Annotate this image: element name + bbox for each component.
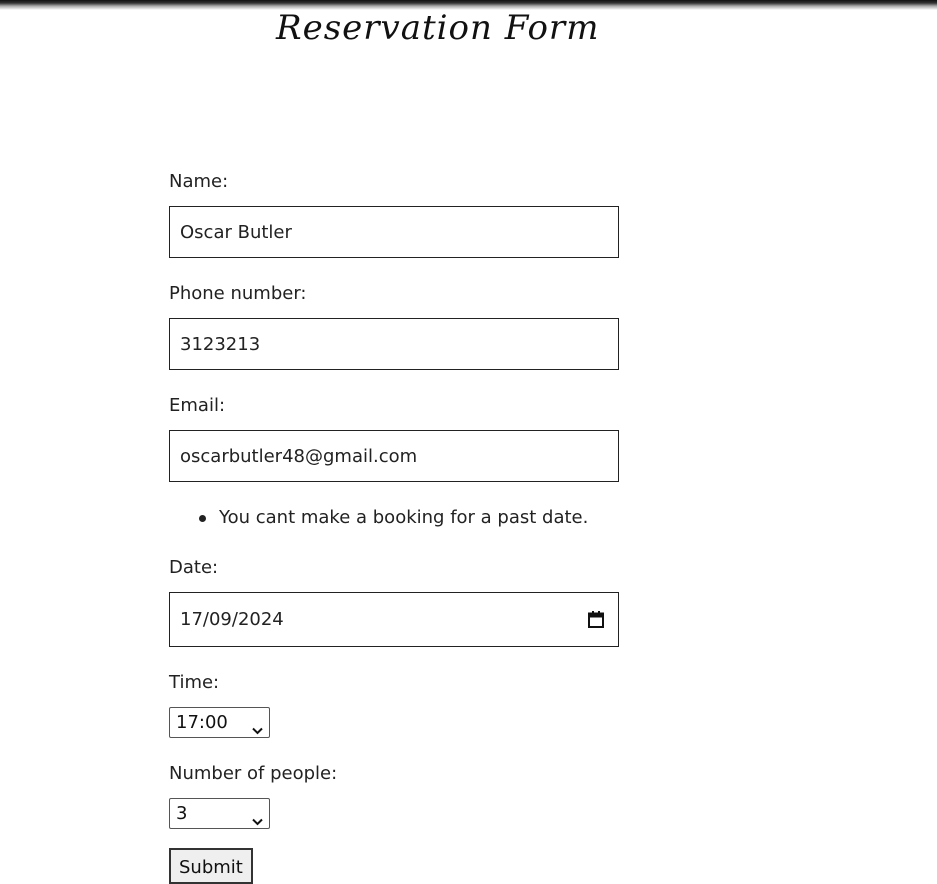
phone-field-value: 3123213 bbox=[180, 333, 261, 355]
people-select-value: 3 bbox=[176, 803, 188, 824]
date-label: Date: bbox=[169, 557, 219, 578]
people-label: Number of people: bbox=[169, 763, 338, 784]
date-field-value: 17/09/2024 bbox=[180, 609, 284, 630]
error-list: You cant make a booking for a past date. bbox=[199, 507, 588, 528]
phone-field[interactable]: 3123213 bbox=[169, 318, 619, 370]
name-field[interactable]: Oscar Butler bbox=[169, 206, 619, 258]
time-label: Time: bbox=[169, 672, 220, 693]
error-message: You cant make a booking for a past date. bbox=[199, 507, 588, 528]
name-label: Name: bbox=[169, 171, 229, 192]
email-label: Email: bbox=[169, 395, 226, 416]
people-select[interactable]: 3 bbox=[169, 798, 270, 829]
email-field-value: oscarbutler48@gmail.com bbox=[180, 445, 418, 467]
email-field[interactable]: oscarbutler48@gmail.com bbox=[169, 430, 619, 482]
time-select[interactable]: 17:00 bbox=[169, 707, 270, 738]
submit-button[interactable]: Submit bbox=[169, 848, 253, 884]
calendar-icon[interactable] bbox=[588, 611, 604, 628]
chevron-down-icon bbox=[252, 810, 263, 825]
phone-label: Phone number: bbox=[169, 283, 307, 304]
error-message-text: You cant make a booking for a past date. bbox=[219, 507, 589, 528]
name-field-value: Oscar Butler bbox=[180, 221, 292, 243]
bullet-icon bbox=[199, 515, 206, 522]
date-field[interactable]: 17/09/2024 bbox=[169, 592, 619, 647]
time-select-value: 17:00 bbox=[176, 712, 228, 733]
page-title: Reservation Form bbox=[276, 8, 600, 48]
chevron-down-icon bbox=[252, 719, 263, 734]
